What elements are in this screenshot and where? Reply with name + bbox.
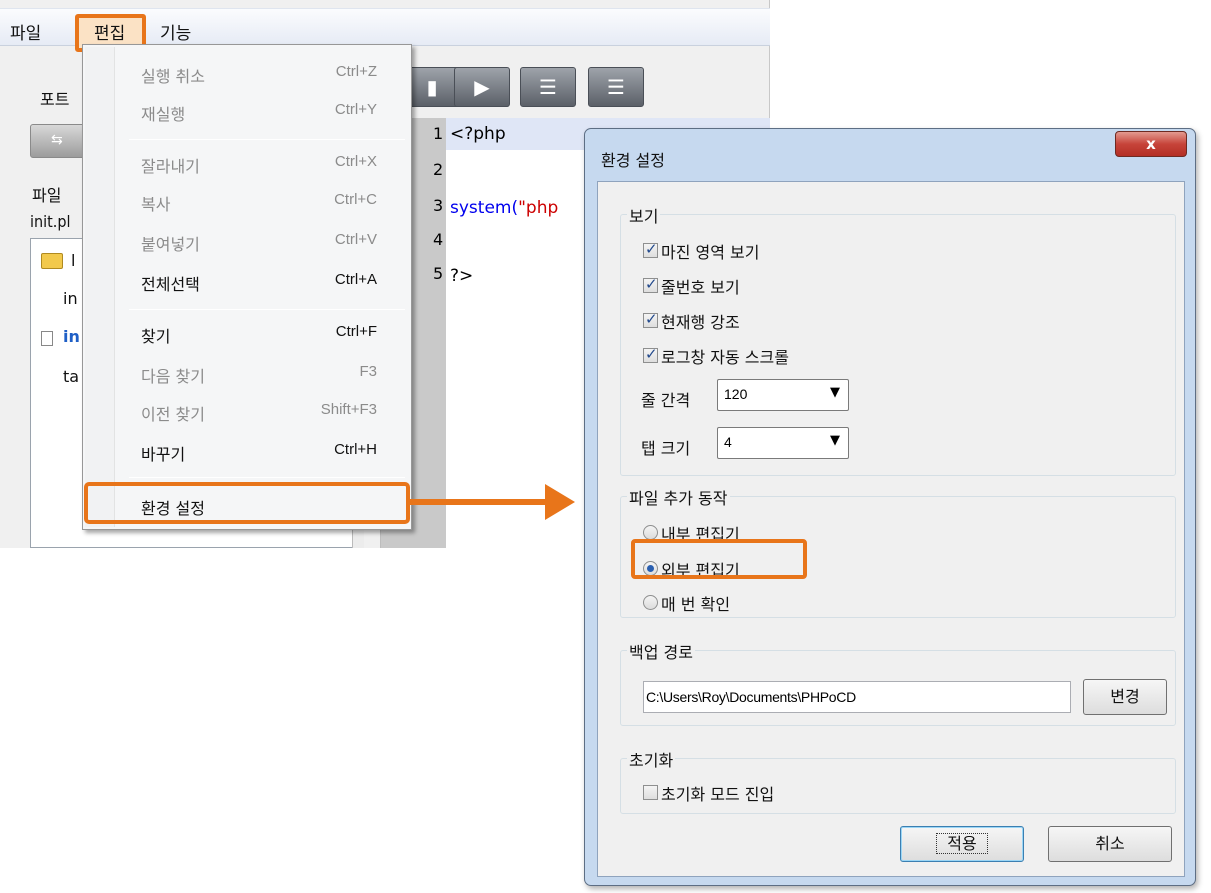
- reset-group: 초기화 초기화 모드 진입: [620, 747, 1176, 814]
- margin-label: 마진 영역 보기: [661, 243, 760, 262]
- folder-icon: [41, 253, 63, 269]
- menu-item-find-next[interactable]: 다음 찾기 F3: [83, 357, 411, 391]
- external-editor-highlight: [631, 539, 807, 579]
- menu-edit[interactable]: 편집: [94, 19, 125, 44]
- line-number: 5: [433, 264, 444, 283]
- line-numbers-label: 줄번호 보기: [661, 278, 740, 297]
- backup-group-title: 백업 경로: [627, 639, 695, 663]
- menu-item-cut[interactable]: 잘라내기 Ctrl+X: [83, 147, 411, 181]
- ask-every-time-label: 매 번 확인: [661, 595, 731, 614]
- stop-icon: ▮: [426, 75, 438, 99]
- arrow-right-icon: [545, 484, 575, 520]
- edit-menu-dropdown: 실행 취소 Ctrl+Z 재실행 Ctrl+Y 잘라내기 Ctrl+X 복사 Ctrl+…: [82, 44, 412, 530]
- reset-mode-label: 초기화 모드 진입: [661, 785, 775, 804]
- close-icon: x: [1146, 135, 1156, 153]
- menu-separator: [129, 309, 405, 310]
- preferences-highlight: [84, 482, 410, 524]
- chevron-down-icon: ▼: [830, 433, 840, 448]
- menu-item-find[interactable]: 찾기 Ctrl+F: [83, 317, 411, 351]
- tab-size-select[interactable]: 4 ▼: [717, 427, 849, 459]
- file-name: init.pl: [30, 212, 71, 231]
- tree-item-selected[interactable]: in: [63, 327, 80, 346]
- stop-button[interactable]: ▮: [404, 67, 460, 107]
- menu-item-paste[interactable]: 붙여넣기 Ctrl+V: [83, 225, 411, 259]
- line-number: 2: [433, 160, 444, 179]
- tree-item[interactable]: in: [63, 289, 78, 308]
- chevron-down-icon: ▼: [830, 385, 840, 400]
- menu-item-redo[interactable]: 재실행 Ctrl+Y: [83, 95, 411, 129]
- preferences-dialog: 환경 설정 x 보기 마진 영역 보기 줄번호 보기 현재행 강조 로그창 자동…: [584, 128, 1196, 886]
- code-line-1: <?php: [450, 124, 506, 144]
- highlight-line-checkbox[interactable]: [643, 310, 658, 328]
- code-line-3: system("php: [450, 198, 559, 218]
- line-number: 1: [433, 124, 444, 143]
- menu-function[interactable]: 기능: [160, 19, 191, 44]
- connect-button[interactable]: ⇆: [30, 124, 86, 158]
- margin-checkbox[interactable]: [643, 240, 658, 258]
- line-numbers-checkbox[interactable]: [643, 275, 658, 293]
- tree-item-folder[interactable]: l: [71, 251, 75, 270]
- backup-path-field[interactable]: C:\Users\Roy\Documents\PHPoCD: [643, 681, 1071, 713]
- dialog-body: 보기 마진 영역 보기 줄번호 보기 현재행 강조 로그창 자동 스크롤 줄 간…: [597, 181, 1185, 877]
- file-add-group-title: 파일 추가 동작: [627, 485, 730, 509]
- tab-size-label: 탭 크기: [641, 439, 691, 458]
- step-out-button[interactable]: ☰: [588, 67, 644, 107]
- apply-button[interactable]: 적용: [900, 826, 1024, 862]
- autoscroll-label: 로그창 자동 스크롤: [661, 348, 789, 367]
- menu-item-replace[interactable]: 바꾸기 Ctrl+H: [83, 435, 411, 469]
- change-path-button[interactable]: 변경: [1083, 679, 1167, 715]
- step-out-icon: ☰: [607, 75, 625, 99]
- arrow-line: [409, 499, 547, 505]
- cancel-button[interactable]: 취소: [1048, 826, 1172, 862]
- close-button[interactable]: x: [1115, 131, 1187, 157]
- step-into-icon: ☰: [539, 75, 557, 99]
- internal-editor-radio[interactable]: [643, 525, 658, 540]
- port-label: 포트: [40, 90, 70, 109]
- autoscroll-checkbox[interactable]: [643, 345, 658, 363]
- play-icon: ▶: [474, 75, 490, 99]
- file-label: 파일: [32, 186, 62, 205]
- menu-item-find-prev[interactable]: 이전 찾기 Shift+F3: [83, 395, 411, 429]
- ask-every-time-radio[interactable]: [643, 595, 658, 610]
- menu-item-undo[interactable]: 실행 취소 Ctrl+Z: [83, 57, 411, 91]
- dialog-title: 환경 설정: [601, 151, 665, 170]
- tree-item[interactable]: ta: [63, 367, 79, 386]
- reset-group-title: 초기화: [627, 747, 676, 771]
- view-group: 보기 마진 영역 보기 줄번호 보기 현재행 강조 로그창 자동 스크롤 줄 간…: [620, 203, 1176, 476]
- code-line-5: ?>: [450, 266, 474, 286]
- menu-separator: [129, 139, 405, 140]
- view-group-title: 보기: [627, 203, 661, 227]
- file-icon: [41, 331, 53, 346]
- menu-separator: [129, 477, 405, 478]
- line-spacing-select[interactable]: 120 ▼: [717, 379, 849, 411]
- plug-icon: ⇆: [51, 132, 63, 148]
- line-number: 4: [433, 230, 444, 249]
- line-spacing-label: 줄 간격: [641, 391, 691, 410]
- highlight-line-label: 현재행 강조: [661, 313, 740, 332]
- run-button[interactable]: ▶: [454, 67, 510, 107]
- backup-group: 백업 경로 C:\Users\Roy\Documents\PHPoCD 변경: [620, 639, 1176, 726]
- menu-file[interactable]: 파일: [10, 19, 41, 44]
- menu-bar: 파일 편집 기능: [0, 8, 770, 52]
- line-number: 3: [433, 196, 444, 215]
- menu-item-copy[interactable]: 복사 Ctrl+C: [83, 185, 411, 219]
- step-button[interactable]: ☰: [520, 67, 576, 107]
- reset-mode-checkbox[interactable]: [643, 785, 658, 800]
- menu-item-select-all[interactable]: 전체선택 Ctrl+A: [83, 265, 411, 299]
